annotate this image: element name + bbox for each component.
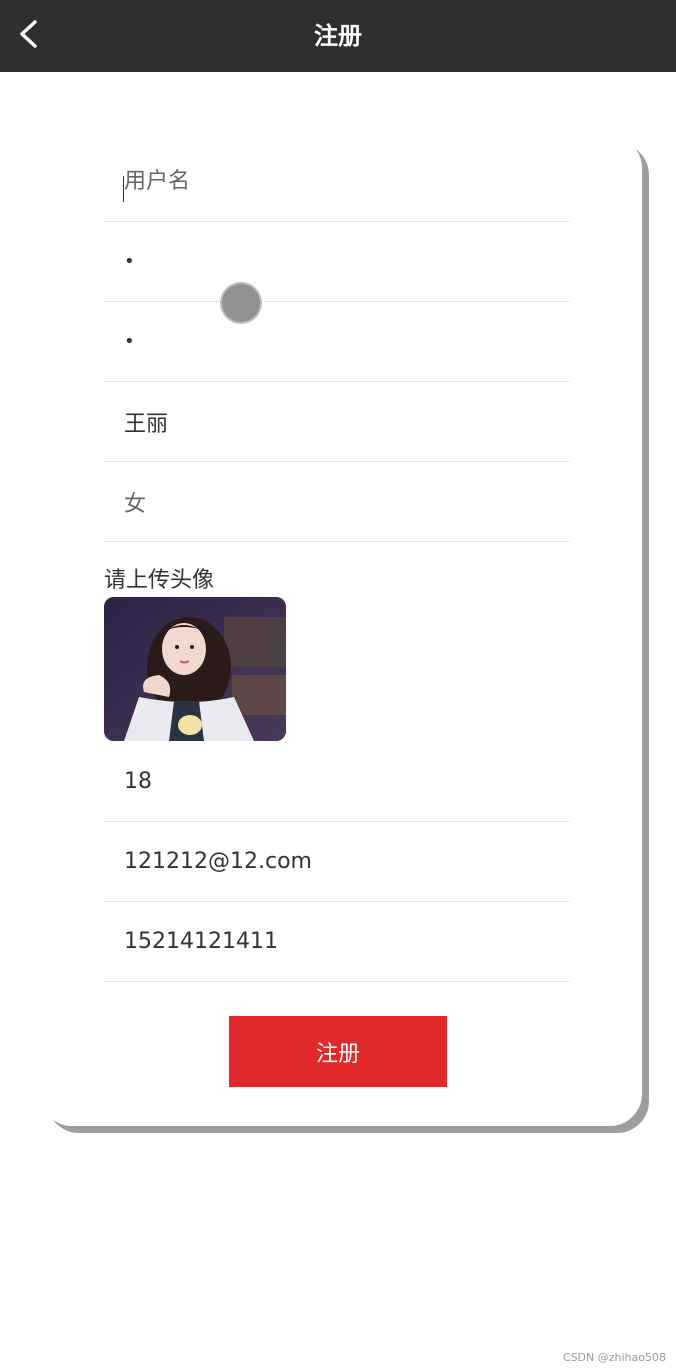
email-input[interactable]	[124, 822, 554, 901]
top-navbar: 注册	[0, 0, 676, 72]
avatar-upload[interactable]	[104, 597, 286, 741]
avatar-image	[104, 597, 286, 741]
username-row	[104, 142, 570, 222]
confirm-password-input[interactable]	[124, 302, 554, 381]
gender-input[interactable]	[124, 462, 554, 541]
phone-row	[104, 902, 570, 982]
username-input[interactable]	[124, 142, 554, 221]
password-row	[104, 222, 570, 302]
text-caret	[123, 176, 124, 202]
password-input[interactable]	[124, 222, 554, 301]
watermark: CSDN @zhihao508	[562, 1351, 666, 1364]
realname-input[interactable]	[124, 382, 554, 461]
realname-row	[104, 382, 570, 462]
touch-indicator	[222, 284, 260, 322]
avatar-upload-label: 请上传头像	[104, 568, 215, 593]
page-title: 注册	[314, 22, 362, 50]
email-row	[104, 822, 570, 902]
gender-row	[104, 462, 570, 542]
confirm-password-row	[104, 302, 570, 382]
age-input[interactable]	[124, 742, 554, 821]
phone-input[interactable]	[124, 902, 554, 981]
age-row	[104, 742, 570, 822]
register-submit-button[interactable]: 注册	[229, 1016, 447, 1087]
